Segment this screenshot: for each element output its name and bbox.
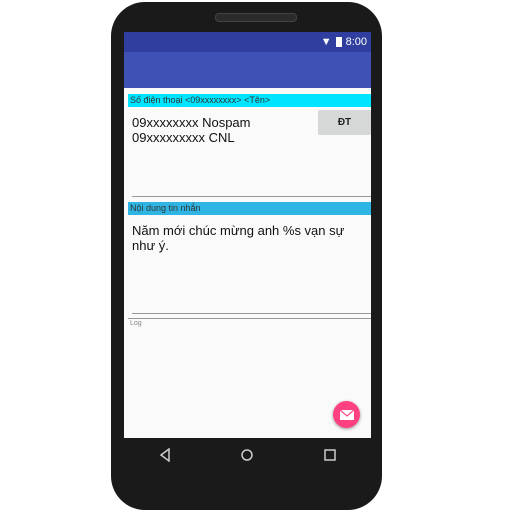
contacts-button[interactable]: ĐT: [318, 110, 371, 135]
nav-bar: [124, 438, 371, 472]
app-screen: ▼ 8:00 Số điện thoại <09xxxxxxxx> <Tên> …: [124, 32, 371, 438]
message-input[interactable]: Năm mới chúc mừng anh %s vạn sự như ý.: [132, 223, 371, 253]
status-bar: ▼ 8:00: [124, 32, 371, 52]
app-bar: [124, 52, 371, 88]
phone-label: Số điện thoại <09xxxxxxxx> <Tên>: [128, 94, 371, 107]
log-label: Log: [130, 320, 142, 327]
phone-input[interactable]: 09xxxxxxxx Nospam 09xxxxxxxxx CNL: [132, 115, 250, 145]
status-time: 8:00: [345, 36, 367, 48]
recents-icon[interactable]: [323, 448, 337, 462]
divider: [128, 318, 371, 319]
battery-icon: [335, 37, 342, 47]
phone-line: 09xxxxxxxxx CNL: [132, 130, 235, 145]
send-button[interactable]: [333, 401, 360, 428]
phone-speaker: [215, 13, 297, 22]
mail-icon: [339, 409, 354, 420]
home-icon[interactable]: [240, 448, 254, 462]
wifi-icon: ▼: [320, 36, 332, 48]
message-label: Nội dung tin nhắn: [128, 202, 371, 215]
phone-input-underline: [132, 196, 371, 197]
message-input-underline: [132, 313, 371, 314]
back-icon[interactable]: [158, 448, 172, 462]
phone-line: 09xxxxxxxx Nospam: [132, 115, 251, 130]
